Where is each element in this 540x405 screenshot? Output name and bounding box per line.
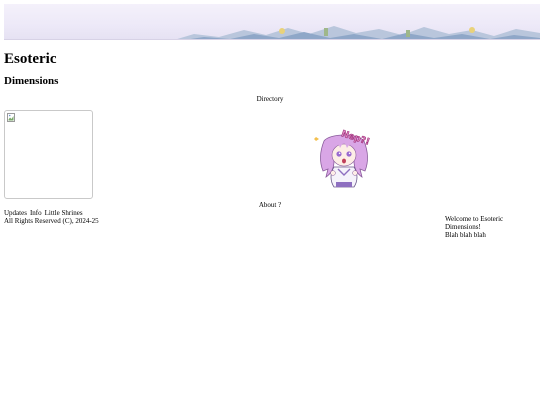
copyright-text: All Rights Reserved (C), 2024-25 — [4, 217, 99, 225]
footer-left: Updates Info Little Shrines All Rights Res… — [4, 209, 99, 225]
footer-link-little-shrines[interactable]: Little Shrines — [45, 209, 83, 217]
nep-mascot-sticker: Nep?! — [314, 129, 371, 188]
footer-nav: Updates Info Little Shrines — [4, 209, 99, 217]
site-title: Esoteric — [4, 51, 57, 67]
welcome-box: Welcome to Esoteric Dimensions! Blah bla… — [445, 215, 540, 239]
welcome-text: Welcome to Esoteric Dimensions! — [445, 215, 504, 231]
footer-link-updates[interactable]: Updates — [4, 209, 27, 217]
image-placeholder — [4, 110, 93, 199]
footer-link-info[interactable]: Info — [30, 209, 42, 217]
directory-link[interactable]: Directory — [0, 95, 540, 103]
about-link[interactable]: About ? — [0, 201, 540, 209]
broken-image-icon — [7, 113, 15, 122]
blurb-text: Blah blah blah — [445, 231, 486, 239]
anime-town-banner-art — [177, 26, 540, 39]
header-banner — [4, 4, 540, 40]
site-subtitle: Dimensions — [4, 75, 59, 87]
